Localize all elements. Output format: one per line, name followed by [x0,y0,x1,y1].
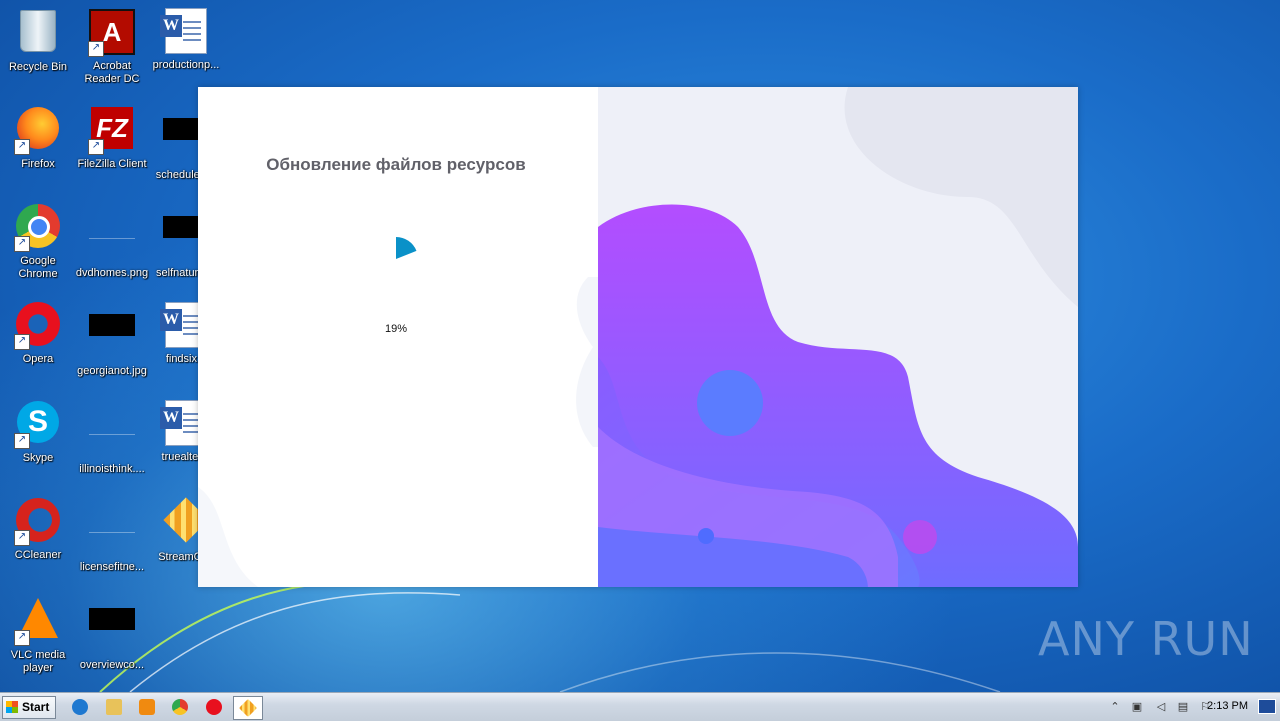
desktop-icon-label: overviewco... [79,659,145,671]
shortcut-arrow-icon: ↗ [88,41,104,57]
clock[interactable]: 2:13 PM [1207,700,1248,712]
desktop-icon-opera[interactable]: ↗ Opera [0,300,76,366]
desktop-icon-licensefitne[interactable]: licensefitne... [74,496,150,574]
shortcut-arrow-icon: ↗ [14,630,30,646]
taskbar: Start ⌃ ▣ ◁ ▤ ⚐ 2:13 PM [0,692,1280,721]
desktop-icon-overviewco[interactable]: overviewco... [74,594,150,672]
desktop-icon-label: Google Chrome [18,255,58,280]
taskbar-media-player[interactable] [133,696,161,718]
desktop-icon-dvdhomes[interactable]: dvdhomes.png [74,202,150,280]
progress-percent: 19% [384,323,408,335]
recycle-bin-icon [20,10,56,52]
system-tray: ⌃ ▣ ◁ ▤ ⚐ 2:13 PM [1104,693,1280,721]
desktop-icon-productionp[interactable]: W productionp... [148,6,224,72]
taskbar-opera[interactable] [200,696,228,718]
shortcut-arrow-icon: ↗ [14,236,30,252]
image-file-icon [89,216,135,239]
image-file-icon [89,314,135,336]
desktop-icon-acrobat[interactable]: A ↗ Acrobat Reader DC [74,6,150,86]
desktop-icon-label: Recycle Bin [8,61,68,73]
desktop-icon-label: illinoisthink.... [79,463,145,475]
desktop-icon-label: productionp... [152,59,220,71]
desktop-icon-firefox[interactable]: ↗ Firefox [0,104,76,171]
desktop-icon-label: dvdhomes.png [75,267,149,279]
start-label: Start [22,700,50,714]
progress-pie-icon [396,237,417,259]
update-title: Обновление файлов ресурсов [266,155,526,174]
chrome-icon [172,699,188,715]
shortcut-arrow-icon: ↗ [14,433,30,449]
blob-illustration [598,87,1078,587]
desktop-icon-label: licensefitne... [79,561,145,573]
windows-logo-icon [6,701,18,713]
desktop-icon-skype[interactable]: S ↗ Skype [0,398,76,465]
show-desktop-button[interactable] [1258,699,1276,714]
internet-explorer-icon [72,699,88,715]
image-file-icon [89,510,135,533]
decorative-art-pane [598,87,1078,587]
desktop-icon-label: Skype [22,452,54,464]
action-center-icon[interactable]: ▣ [1130,700,1144,714]
desktop-icon-illinoisthink[interactable]: illinoisthink.... [74,398,150,476]
shortcut-arrow-icon: ↗ [14,334,30,350]
shortcut-arrow-icon: ↗ [14,139,30,155]
volume-icon[interactable]: ◁ [1154,700,1168,714]
image-file-icon [89,608,135,630]
resource-update-window: Обновление файлов ресурсов 19% [198,87,1078,587]
explorer-icon [106,699,122,715]
desktop-icon-label: Opera [22,353,54,365]
streamcraft-icon [238,698,258,718]
desktop-icon-label: VLC media player [10,649,66,674]
word-document-icon: W [160,8,207,54]
desktop-icon-chrome[interactable]: ↗ Google Chrome [0,202,76,281]
progress-pane: Обновление файлов ресурсов 19% [198,87,598,587]
taskbar-chrome[interactable] [166,696,194,718]
media-player-icon [139,699,155,715]
show-hidden-icons-icon[interactable]: ⌃ [1108,700,1122,714]
image-file-icon [89,412,135,435]
taskbar-internet-explorer[interactable] [66,696,94,718]
desktop-icon-label: georgianot.jpg [77,365,147,377]
network-icon[interactable]: ▤ [1176,700,1190,714]
start-button[interactable]: Start [2,696,56,719]
taskbar-streamcraft[interactable] [233,696,263,720]
taskbar-explorer[interactable] [100,696,128,718]
desktop-icon-label: Acrobat Reader DC [84,60,140,85]
desktop-icon-label: CCleaner [14,549,62,561]
desktop-icon-recycle-bin[interactable]: Recycle Bin [0,6,76,74]
shortcut-arrow-icon: ↗ [88,139,104,155]
desktop-icon-filezilla[interactable]: FZ ↗ FileZilla Client [74,104,150,171]
desktop-icon-vlc[interactable]: ↗ VLC media player [0,594,76,675]
opera-icon [206,699,222,715]
desktop-icon-ccleaner[interactable]: ↗ CCleaner [0,496,76,562]
desktop-icon-georgianot[interactable]: georgianot.jpg [74,300,150,378]
anyrun-watermark: ANY RUN [1038,612,1254,666]
shortcut-arrow-icon: ↗ [14,530,30,546]
desktop-icon-label: FileZilla Client [77,158,147,170]
desktop-icon-label: Firefox [21,158,55,170]
